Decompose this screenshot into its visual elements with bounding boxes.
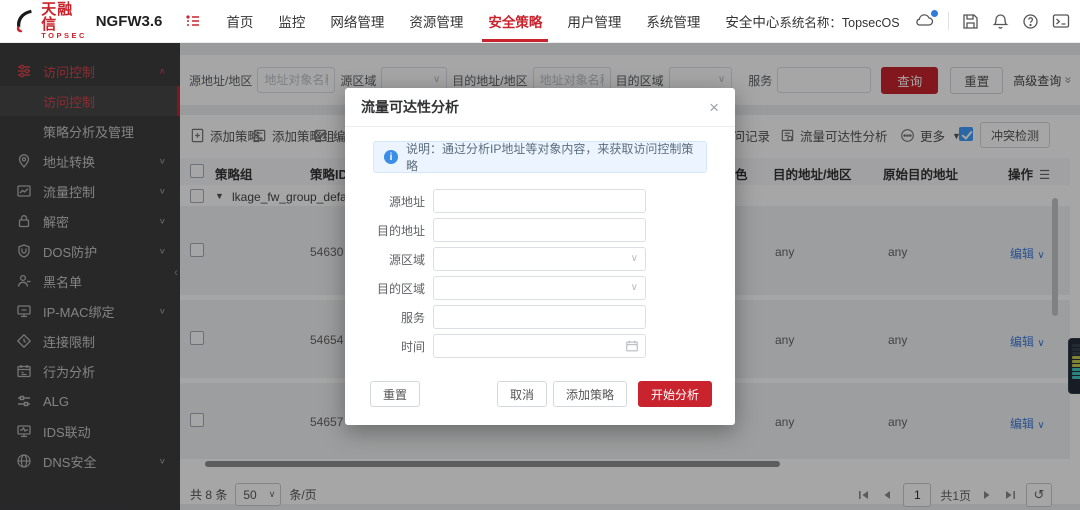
info-icon: i [384, 150, 398, 164]
dst-addr-label: 目的地址 [345, 222, 433, 239]
dst-addr-input[interactable] [434, 219, 645, 241]
service-label: 服务 [345, 309, 433, 326]
modal-header: 流量可达性分析 × [345, 88, 735, 127]
logo-cn: 天融信 [41, 2, 88, 32]
menu-home[interactable]: 首页 [226, 0, 253, 42]
src-zone-select[interactable]: ∨ [433, 247, 646, 271]
src-addr-field [433, 189, 646, 213]
menu-resource[interactable]: 资源管理 [409, 0, 463, 42]
src-addr-input[interactable] [434, 190, 645, 212]
system-name-label: 系统名称：TopsecOS [779, 12, 899, 31]
traffic-analysis-modal: 流量可达性分析 × i 说明：通过分析IP地址等对象内容，来获取访问控制策略 源… [345, 88, 735, 425]
modal-cancel-button[interactable]: 取消 [497, 381, 547, 407]
modal-footer: 重置 取消 添加策略 开始分析 [345, 381, 735, 425]
menu-monitor[interactable]: 监控 [278, 0, 305, 42]
info-banner: i 说明：通过分析IP地址等对象内容，来获取访问控制策略 [373, 141, 707, 173]
modal-reset-button[interactable]: 重置 [370, 381, 420, 407]
logo-swoosh-icon [12, 8, 37, 34]
menu-system[interactable]: 系统管理 [646, 0, 700, 42]
notification-bell-icon[interactable] [992, 13, 1009, 30]
chevron-down-icon: ∨ [631, 282, 638, 293]
menu-security-policy[interactable]: 安全策略 [488, 0, 542, 42]
dst-zone-label: 目的区域 [345, 280, 433, 297]
service-field [433, 305, 646, 329]
service-input[interactable] [434, 306, 645, 328]
cloud-status-icon[interactable] [913, 12, 935, 30]
terminal-icon[interactable] [1052, 13, 1070, 29]
menu-user[interactable]: 用户管理 [567, 0, 621, 42]
help-icon[interactable] [1022, 13, 1039, 30]
product-name: NGFW3.6 [96, 13, 163, 30]
policy-list-icon[interactable] [184, 12, 202, 30]
chevron-down-icon: ∨ [631, 253, 638, 264]
menu-security-center[interactable]: 安全中心 [725, 0, 779, 42]
logo-en: TOPSEC [41, 32, 88, 40]
modal-form: 源地址 目的地址 源区域 ∨ 目的区域 ∨ 服务 [345, 189, 735, 358]
modal-start-analysis-button[interactable]: 开始分析 [638, 381, 712, 407]
main-menu: 首页 监控 网络管理 资源管理 安全策略 用户管理 系统管理 安全中心 [226, 0, 779, 42]
time-field[interactable] [433, 334, 646, 358]
modal-add-policy-button[interactable]: 添加策略 [553, 381, 627, 407]
close-icon[interactable]: × [709, 99, 719, 116]
topsec-logo: 天融信 TOPSEC [0, 2, 88, 40]
app-root: 天融信 TOPSEC NGFW3.6 首页 监控 网络管理 资源管理 安全策略 … [0, 0, 1080, 510]
dst-zone-select[interactable]: ∨ [433, 276, 646, 300]
navbar-right: 系统名称：TopsecOS [779, 8, 1080, 34]
divider [948, 12, 949, 30]
time-label: 时间 [345, 338, 433, 355]
menu-network[interactable]: 网络管理 [330, 0, 384, 42]
top-navbar: 天融信 TOPSEC NGFW3.6 首页 监控 网络管理 资源管理 安全策略 … [0, 0, 1080, 43]
src-addr-label: 源地址 [345, 193, 433, 210]
dst-addr-field [433, 218, 646, 242]
calendar-icon [625, 339, 639, 353]
save-icon[interactable] [962, 13, 979, 30]
src-zone-label: 源区域 [345, 251, 433, 268]
modal-title: 流量可达性分析 [361, 97, 459, 117]
info-text: 说明：通过分析IP地址等对象内容，来获取访问控制策略 [406, 140, 696, 174]
